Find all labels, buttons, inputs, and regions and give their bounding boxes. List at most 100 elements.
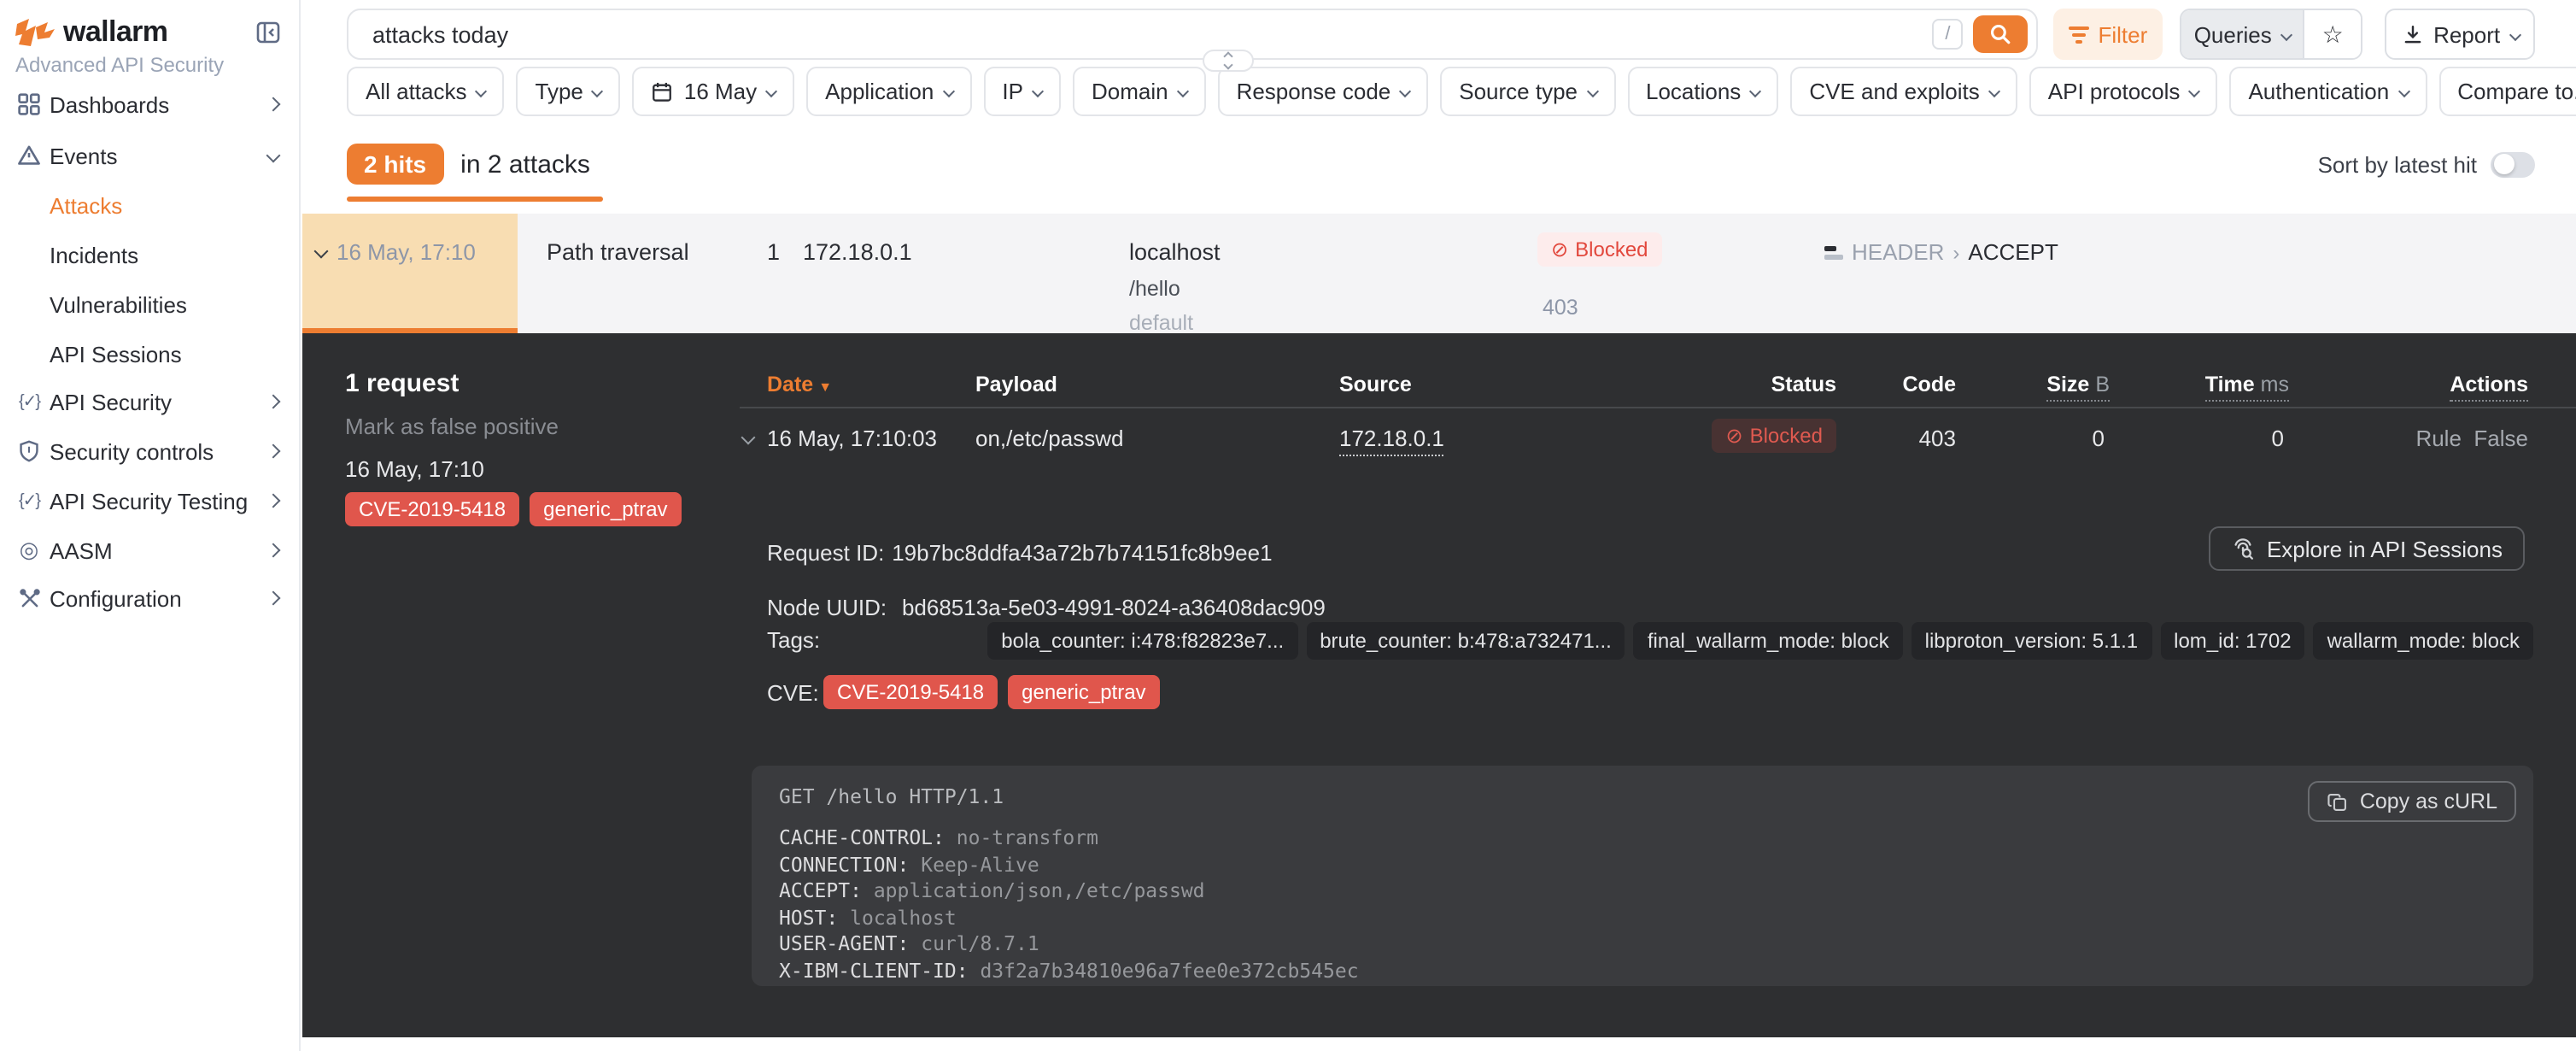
- attack-detail-panel: 1 request Mark as false positive 16 May,…: [302, 333, 2576, 1037]
- search-button[interactable]: [1973, 15, 2028, 53]
- sidebar-item-attacks[interactable]: Attacks: [0, 186, 299, 224]
- chevron-down-icon: [2509, 28, 2520, 40]
- explore-api-sessions-button[interactable]: Explore in API Sessions: [2209, 526, 2525, 571]
- tag-chip: bola_counter: i:478:f82823e7...: [987, 622, 1297, 660]
- hits-summary-row: 2 hits in 2 attacks Sort by latest hit: [347, 144, 2535, 185]
- node-uuid-label: Node UUID:: [767, 595, 887, 620]
- shield-icon: [15, 437, 43, 465]
- sidebar-item-api-sessions[interactable]: API Sessions: [0, 335, 299, 373]
- request-size: 0: [2093, 426, 2105, 451]
- sidebar-item-vulnerabilities[interactable]: Vulnerabilities: [0, 285, 299, 323]
- sidebar-item-label: Attacks: [50, 192, 278, 218]
- favorite-star-button[interactable]: ☆: [2303, 10, 2361, 58]
- status-label: Blocked: [1750, 424, 1823, 448]
- sidebar-item-label: Incidents: [50, 242, 278, 267]
- tag-chip: libproton_version: 5.1.1: [1912, 622, 2152, 660]
- response-code: 403: [1543, 296, 1662, 320]
- chevron-down-icon: [592, 85, 604, 97]
- column-size[interactable]: Size B: [2046, 373, 2110, 402]
- request-status-badge: ⊘Blocked: [1712, 419, 1836, 453]
- http-header: USER-AGENT: curl/8.7.1: [779, 931, 2506, 958]
- chevron-down-icon: [1399, 85, 1411, 97]
- sidebar-item-incidents[interactable]: Incidents: [0, 236, 299, 273]
- filter-chip-response-code[interactable]: Response code: [1218, 67, 1429, 116]
- false-link[interactable]: False: [2474, 426, 2528, 451]
- rule-link[interactable]: Rule: [2415, 426, 2462, 451]
- filter-chip-ip[interactable]: IP: [983, 67, 1061, 116]
- blocked-icon: ⊘: [1551, 238, 1568, 261]
- target-icon: ◎: [15, 537, 43, 564]
- hits-text: in 2 attacks: [460, 150, 590, 179]
- sidebar-item-api-security[interactable]: {✓} API Security: [0, 383, 299, 420]
- sort-desc-icon: ▼: [818, 379, 832, 395]
- column-code[interactable]: Code: [1903, 373, 1957, 396]
- tag-chip: final_wallarm_mode: block: [1634, 622, 1903, 660]
- chip-label: Authentication: [2248, 79, 2389, 104]
- filter-button[interactable]: Filter: [2053, 9, 2163, 60]
- cve-chip[interactable]: generic_ptrav: [530, 492, 681, 526]
- search-bar[interactable]: /: [347, 9, 2038, 60]
- chevron-down-icon: [1176, 85, 1188, 97]
- attack-row[interactable]: 16 May, 17:10 Path traversal 1 172.18.0.…: [302, 214, 2576, 333]
- attack-cve-chips: CVE-2019-5418 generic_ptrav: [345, 492, 682, 526]
- report-label: Report: [2433, 21, 2500, 47]
- search-collapse-handle[interactable]: [1203, 50, 1254, 72]
- request-cve-chips: CVE-2019-5418 generic_ptrav: [823, 675, 1160, 709]
- sidebar-item-security-controls[interactable]: Security controls: [0, 432, 299, 470]
- sidebar-item-label: Configuration: [50, 585, 268, 611]
- sidebar-item-aasm[interactable]: ◎ AASM: [0, 531, 299, 569]
- filter-chip-type[interactable]: Type: [517, 67, 621, 116]
- copy-as-curl-button[interactable]: Copy as cURL: [2309, 781, 2516, 822]
- sidebar-item-configuration[interactable]: Configuration: [0, 579, 299, 617]
- filter-chip-source-type[interactable]: Source type: [1440, 67, 1615, 116]
- filter-chip-application[interactable]: Application: [806, 67, 971, 116]
- filter-chip-authentication[interactable]: Authentication: [2229, 67, 2427, 116]
- report-button[interactable]: Report: [2385, 9, 2535, 60]
- cve-chip[interactable]: CVE-2019-5418: [823, 675, 998, 709]
- column-time[interactable]: Time ms: [2205, 373, 2289, 402]
- filter-chip-compare-to[interactable]: Compare to...: [2438, 67, 2576, 116]
- filter-chip-all-attacks[interactable]: All attacks: [347, 67, 505, 116]
- filter-icon: [2069, 25, 2089, 44]
- header-lines-icon: [1824, 245, 1843, 259]
- sidebar-item-events[interactable]: Events: [0, 137, 299, 174]
- chevron-down-icon: [2280, 28, 2292, 40]
- active-tab-underline: [347, 197, 603, 202]
- tag-chip: wallarm_mode: block: [2314, 622, 2533, 660]
- cve-chip[interactable]: CVE-2019-5418: [345, 492, 519, 526]
- row-expander-icon[interactable]: [741, 431, 756, 445]
- chevron-right-icon: [266, 494, 281, 508]
- sidebar-collapse-icon[interactable]: [255, 19, 282, 46]
- queries-button[interactable]: Queries: [2181, 10, 2303, 58]
- filter-chip-domain[interactable]: Domain: [1073, 67, 1206, 116]
- chip-label: Source type: [1459, 79, 1578, 104]
- star-icon: ☆: [2322, 20, 2344, 49]
- filter-chip-locations[interactable]: Locations: [1627, 67, 1778, 116]
- mark-false-positive-link[interactable]: Mark as false positive: [345, 414, 559, 439]
- sidebar-item-label: API Sessions: [50, 341, 278, 367]
- attack-status: ⊘ Blocked 403: [1537, 232, 1662, 320]
- request-source-link[interactable]: 172.18.0.1: [1339, 426, 1444, 456]
- http-header: CACHE-CONTROL: no-transform: [779, 825, 2506, 852]
- hits-count-badge: 2 hits: [347, 144, 443, 185]
- column-status[interactable]: Status: [1771, 373, 1836, 396]
- sort-label: Sort by latest hit: [2318, 151, 2477, 177]
- sort-toggle[interactable]: [2491, 151, 2535, 177]
- attack-source-ip[interactable]: 172.18.0.1: [803, 239, 912, 265]
- attack-date-cell[interactable]: 16 May, 17:10: [302, 214, 518, 333]
- sidebar-item-api-security-testing[interactable]: {✓} API Security Testing: [0, 482, 299, 520]
- cve-chip[interactable]: generic_ptrav: [1008, 675, 1159, 709]
- filter-chip-cve[interactable]: CVE and exploits: [1790, 67, 2017, 116]
- filter-chip-date[interactable]: 16 May: [633, 67, 794, 116]
- column-date[interactable]: Date▼: [767, 373, 832, 396]
- filter-chip-api-protocols[interactable]: API protocols: [2029, 67, 2218, 116]
- chevron-separator: ›: [1952, 240, 1959, 264]
- column-payload[interactable]: Payload: [975, 373, 1057, 396]
- search-input[interactable]: [369, 20, 1932, 49]
- chevron-right-icon: [266, 395, 281, 409]
- sidebar-item-label: Security controls: [50, 438, 268, 464]
- status-label: Blocked: [1575, 238, 1648, 261]
- column-source[interactable]: Source: [1339, 373, 1412, 396]
- column-actions[interactable]: Actions: [2450, 373, 2528, 402]
- sidebar-item-dashboards[interactable]: Dashboards: [0, 85, 299, 123]
